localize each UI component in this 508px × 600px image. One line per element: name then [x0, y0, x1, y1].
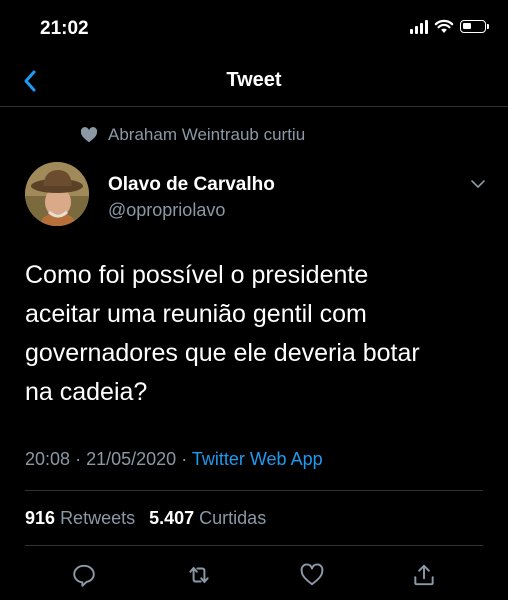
- status-icons: [410, 19, 489, 34]
- social-context-label: Abraham Weintraub curtiu: [108, 125, 306, 144]
- wifi-icon: [434, 19, 454, 33]
- avatar-image: [25, 162, 89, 226]
- action-bar: [0, 562, 508, 590]
- likes-count: 5.407: [149, 508, 195, 528]
- likes-stat[interactable]: 5.407 Curtidas: [149, 508, 266, 528]
- battery-icon: [460, 20, 489, 33]
- navigation-bar: Tweet: [0, 58, 508, 107]
- meta-separator: ·: [75, 449, 82, 469]
- tweet-stats: 916 Retweets 5.407 Curtidas: [25, 508, 266, 529]
- status-bar: 21:02: [0, 0, 508, 58]
- avatar[interactable]: [25, 162, 89, 226]
- retweets-count: 916: [25, 508, 56, 528]
- reply-icon[interactable]: [71, 562, 97, 588]
- page-title: Tweet: [226, 69, 282, 91]
- author-name[interactable]: Olavo de Carvalho: [108, 174, 275, 196]
- likes-label: Curtidas: [199, 508, 267, 528]
- social-context[interactable]: Abraham Weintraub curtiu: [80, 125, 305, 145]
- status-time: 21:02: [40, 18, 89, 39]
- retweets-label: Retweets: [60, 508, 136, 528]
- cellular-signal-icon: [410, 19, 428, 34]
- author-handle[interactable]: @opropriolavo: [108, 200, 225, 221]
- tweet-meta: 20:08 · 21/05/2020 · Twitter Web App: [25, 449, 323, 470]
- heart-icon: [80, 127, 98, 143]
- divider: [25, 545, 483, 546]
- retweet-icon[interactable]: [186, 562, 212, 588]
- tweet-date: 21/05/2020: [86, 449, 177, 469]
- retweets-stat[interactable]: 916 Retweets: [25, 508, 135, 528]
- tweet-time: 20:08: [25, 449, 71, 469]
- divider: [25, 490, 483, 491]
- tweet-text-line: governadores que ele deveria botar: [25, 339, 420, 367]
- tweet-text-line: aceitar uma reunião gentil com: [25, 300, 367, 328]
- tweet-text-line: Como foi possível o presidente: [25, 261, 369, 289]
- tweet-source-link[interactable]: Twitter Web App: [192, 449, 323, 469]
- tweet-text: Como foi possível o presidente aceitar u…: [25, 256, 485, 412]
- tweet-text-line: na cadeia?: [25, 378, 148, 406]
- like-icon[interactable]: [299, 562, 325, 588]
- chevron-down-icon[interactable]: [470, 178, 486, 190]
- meta-separator: ·: [181, 449, 188, 469]
- share-icon[interactable]: [411, 562, 437, 588]
